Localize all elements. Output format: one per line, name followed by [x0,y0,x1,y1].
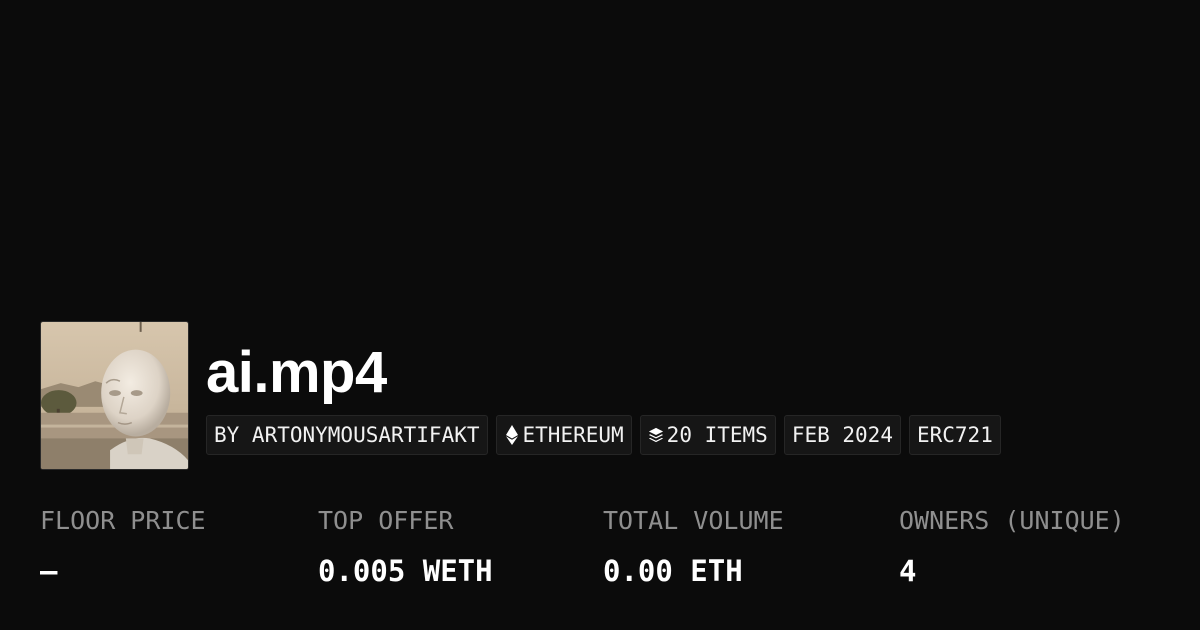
items-tag[interactable]: 20 ITEMS [639,415,776,455]
items-label: 20 ITEMS [666,423,768,447]
owners-value: 4 [899,554,917,588]
standard-label: ERC721 [916,423,993,447]
standard-tag: ERC721 [908,415,1001,455]
collection-title: ai.mp4 [206,340,387,405]
floor-price-label: FLOOR PRICE [40,506,206,535]
mannequin-image [41,322,188,469]
chain-label: ETHEREUM [522,423,624,447]
floor-price-stat: FLOOR PRICE – [40,504,206,589]
collection-preview-card: ai.mp4 BY ARTONYMOUSARTIFAKT ETHEREUM 20… [0,0,1200,630]
creator-tag[interactable]: BY ARTONYMOUSARTIFAKT [206,415,488,455]
top-offer-label: TOP OFFER [318,506,454,535]
collection-tags: BY ARTONYMOUSARTIFAKT ETHEREUM 20 ITEMS [206,415,1001,455]
layers-icon [648,424,664,446]
total-volume-label: TOTAL VOLUME [603,506,784,535]
total-volume-stat: TOTAL VOLUME 0.00 ETH [603,504,784,589]
ethereum-icon [504,424,520,446]
date-tag: FEB 2024 [783,415,901,455]
owners-stat: OWNERS (UNIQUE) 4 [899,504,1125,589]
top-offer-value: 0.005 WETH [318,554,493,588]
owners-label: OWNERS (UNIQUE) [899,506,1125,535]
chain-tag[interactable]: ETHEREUM [495,415,632,455]
collection-thumbnail [40,321,189,470]
date-label: FEB 2024 [791,423,893,447]
top-offer-stat: TOP OFFER 0.005 WETH [318,504,493,589]
floor-price-value: – [40,554,58,588]
collection-stats: FLOOR PRICE – TOP OFFER 0.005 WETH TOTAL… [0,504,1200,604]
creator-label: BY ARTONYMOUSARTIFAKT [214,423,480,447]
total-volume-value: 0.00 ETH [603,554,743,588]
